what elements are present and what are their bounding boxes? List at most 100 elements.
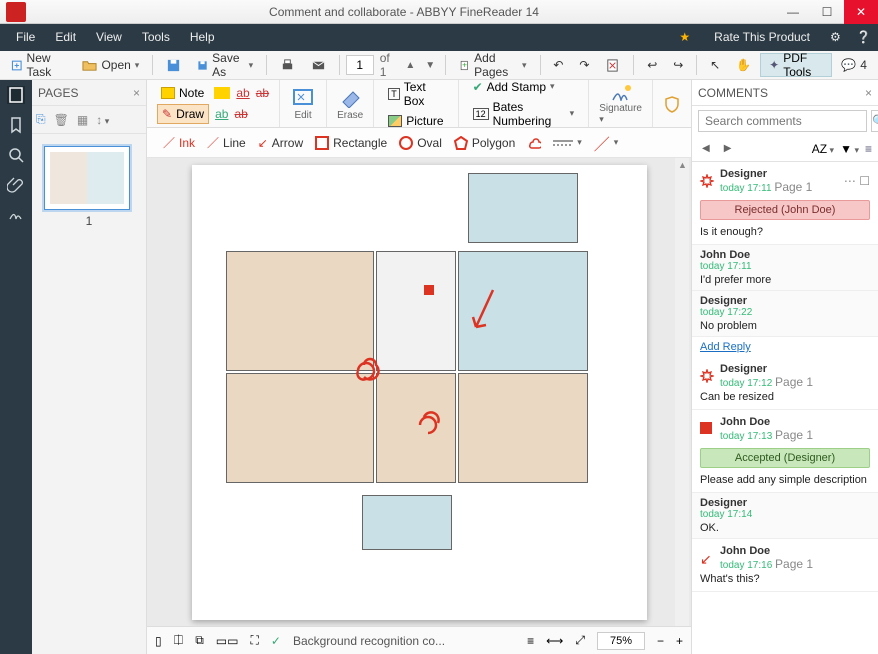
prev-comment-button[interactable]: ◀ [698,143,714,154]
comment-reply[interactable]: Designer today 17:22 No problem [692,291,878,337]
rate-link[interactable]: Rate This Product [704,24,820,51]
comment-item[interactable]: John Doe today 17:13 Page 1 Accepted (De… [692,410,878,493]
signatures-tab-icon[interactable] [7,206,25,224]
highlight-tool[interactable] [214,87,230,99]
replace-text-tool[interactable]: ab [234,107,247,121]
view-cover-icon[interactable]: ▭▭ [216,634,239,648]
minimize-button[interactable]: — [776,0,810,24]
page-thumbnail[interactable] [44,146,130,210]
picture-tool[interactable]: Picture [384,112,447,130]
open-button[interactable]: Open [75,53,146,77]
page-layout-icon[interactable]: ▦ [77,113,88,127]
polygon-tool[interactable]: Polygon [454,136,515,150]
close-button[interactable]: ✕ [844,0,878,24]
zoom-input[interactable] [597,632,645,650]
strikeout-tool[interactable]: ab [256,86,269,100]
fit-page-icon[interactable]: ⟷ [546,634,563,648]
page-sort-icon[interactable]: ↕ [96,113,109,127]
underline-tool[interactable]: ab [236,86,249,100]
line-tool[interactable]: ／Line [207,134,246,151]
arrow-tool[interactable]: ↙Arrow [258,136,303,150]
search-tab-icon[interactable] [7,146,25,164]
sort-button[interactable]: AZ [812,142,834,156]
next-comment-button[interactable]: ▶ [720,143,736,154]
menu-tools[interactable]: Tools [132,24,180,51]
draw-tool[interactable]: ✎Draw [157,104,209,124]
page-up-button[interactable]: ▲ [401,60,419,71]
page-number-input[interactable] [346,55,374,75]
comments-panel-title: COMMENTS [698,86,768,100]
comments-panel-close[interactable]: × [865,86,872,100]
add-page-icon[interactable]: ⎘ [36,112,46,127]
delete-page-button[interactable] [598,53,627,77]
undo-button[interactable]: ↩ [640,53,664,77]
attachments-tab-icon[interactable] [7,176,25,194]
filter-button[interactable]: ▼ [840,142,859,156]
erase-icon[interactable] [337,86,363,108]
comment-reply[interactable]: Designer today 17:14 OK. [692,493,878,539]
comment-reply[interactable]: John Doe today 17:11 I'd prefer more [692,245,878,291]
ink-tool[interactable]: ／Ink [163,134,195,151]
menu-help[interactable]: Help [180,24,225,51]
add-reply-link[interactable]: Add Reply [692,337,878,357]
annotation-scribble[interactable] [350,351,390,391]
annotation-rect[interactable] [424,285,434,295]
textbox-tool[interactable]: TText Box [384,80,447,110]
new-task-button[interactable]: New Task [4,53,73,77]
delete-page-icon[interactable]: 🗑 [54,113,69,127]
pdf-tools-button[interactable]: ✦PDF Tools [760,53,832,77]
oval-tool[interactable]: Oval [399,136,442,150]
view-full-icon[interactable]: ⛶ [250,633,258,648]
expand-button[interactable]: ≡ [865,142,872,156]
insert-text-tool[interactable]: ab [215,107,228,121]
comment-item[interactable]: ↙ John Doe today 17:16 Page 1 What's thi… [692,539,878,592]
save-button[interactable] [159,53,188,77]
menu-file[interactable]: File [6,24,45,51]
shield-icon[interactable] [663,95,681,113]
add-pages-button[interactable]: +Add Pages [452,53,534,77]
page-down-button[interactable]: ▼ [421,60,439,71]
fit-width-icon[interactable]: ≡ [527,634,534,648]
cloud-tool[interactable] [527,136,541,150]
annotation-arrow[interactable] [468,285,498,335]
annotation-scribble[interactable] [410,405,450,445]
stroke-color[interactable]: ／ [594,131,619,155]
pages-tab-icon[interactable] [7,86,25,104]
settings-icon[interactable]: ⚙ [820,24,846,51]
bates-numbering-tool[interactable]: 12Bates Numbering [469,98,579,130]
actual-size-icon[interactable]: ⤢ [575,633,585,648]
pages-panel-close[interactable]: × [133,86,140,100]
zoom-out-button[interactable]: − [657,634,664,648]
document-canvas[interactable]: ▲ [147,158,691,626]
search-comments-input[interactable] [698,110,867,132]
pointer-tool[interactable]: ↖ [703,53,727,77]
view-single-icon[interactable]: ▯ [155,634,162,648]
help-icon[interactable]: ❔ [846,24,872,51]
bookmarks-tab-icon[interactable] [7,116,25,134]
note-tool[interactable]: Note [157,84,208,102]
rotate-right-button[interactable]: ↷ [572,53,596,77]
comment-item[interactable]: Designer today 17:11 Page 1 ⋯ ☐ Rejected… [692,162,878,245]
view-continuous-icon[interactable]: ⎅ [174,633,184,648]
menu-view[interactable]: View [86,24,132,51]
email-button[interactable] [304,53,333,77]
redo-button[interactable]: ↪ [666,53,690,77]
hand-tool[interactable]: ✋ [729,53,758,77]
add-stamp-tool[interactable]: ✔Add Stamp [469,80,559,96]
zoom-in-button[interactable]: + [676,634,683,648]
maximize-button[interactable]: ☐ [810,0,844,24]
comment-menu-icon[interactable]: ⋯ ☐ [844,174,870,188]
save-as-button[interactable]: Save As [190,53,260,77]
menu-edit[interactable]: Edit [45,24,86,51]
edit-icon[interactable] [290,86,316,108]
rectangle-tool[interactable]: Rectangle [315,136,387,150]
print-button[interactable] [273,53,302,77]
view-facing-icon[interactable]: ⧉ [195,633,204,648]
signature-icon[interactable] [608,82,634,101]
rotate-left-button[interactable]: ↶ [546,53,570,77]
vertical-scrollbar[interactable]: ▲ [675,158,689,626]
comment-item[interactable]: Designer today 17:12 Page 1 Can be resiz… [692,357,878,410]
stroke-style[interactable] [553,137,582,148]
annotations-count[interactable]: 💬4 [834,53,874,77]
search-icon[interactable]: 🔍 [871,110,878,132]
